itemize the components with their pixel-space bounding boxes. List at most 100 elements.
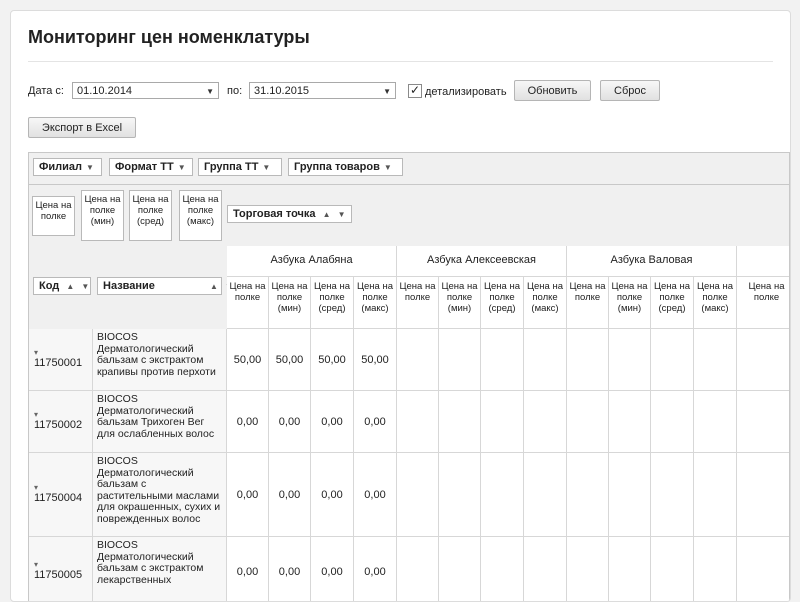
- export-excel-button[interactable]: Экспорт в Excel: [28, 117, 136, 138]
- value-cell: 0,00: [354, 537, 397, 601]
- value-cell: [481, 391, 524, 453]
- value-cell: [524, 391, 567, 453]
- value-cell: 0,00: [311, 537, 354, 601]
- field-button-name[interactable]: Название ▲ ▼: [97, 277, 233, 295]
- measure-chip[interactable]: Цена на полке: [32, 196, 75, 236]
- page-title: Мониторинг цен номенклатуры: [28, 27, 310, 47]
- value-cell: [439, 537, 481, 601]
- value-cell: [651, 391, 694, 453]
- value-cell: [524, 453, 567, 537]
- sort-up-icon: ▲: [210, 282, 218, 291]
- value-cell: [397, 453, 439, 537]
- measure-chip[interactable]: Цена на полке (макс): [179, 190, 222, 241]
- field-label: Код: [39, 280, 60, 292]
- value-cell: 50,00: [311, 329, 354, 391]
- date-from-label: Дата с:: [28, 85, 64, 97]
- collapse-arrow-icon[interactable]: ▾: [34, 410, 92, 419]
- value-cell: [397, 329, 439, 391]
- row-name-cell: BIOCOS Дерматологический бальзам с экстр…: [93, 537, 227, 601]
- store-header: Азбука Алабяна: [227, 246, 397, 277]
- field-label: Группа товаров: [294, 161, 380, 173]
- value-cell: [439, 329, 481, 391]
- measure-header: Цена на полке (макс): [524, 277, 567, 329]
- measure-header: Цена на полке: [567, 277, 609, 329]
- measure-header: Цена на полке (макс): [354, 277, 397, 329]
- measure-header: Цена на полке (сред): [651, 277, 694, 329]
- value-cell: [567, 537, 609, 601]
- measure-header: Цена на полке (сред): [311, 277, 354, 329]
- detail-label: детализировать: [425, 86, 507, 98]
- funnel-icon: ▼: [177, 163, 186, 172]
- store-header: Азбука Валовая: [567, 246, 737, 277]
- funnel-icon: ▼: [383, 163, 392, 172]
- collapse-arrow-icon[interactable]: ▾: [34, 348, 92, 357]
- date-to-label: по:: [227, 85, 243, 97]
- collapse-arrow-icon[interactable]: ▾: [34, 483, 92, 492]
- value-cell: 0,00: [269, 391, 311, 453]
- value-cell: [524, 329, 567, 391]
- value-cell: [609, 329, 651, 391]
- value-cell: [609, 391, 651, 453]
- sort-up-icon: ▲: [66, 282, 75, 291]
- sort-up-icon: ▲: [322, 210, 331, 219]
- value-cell: [439, 391, 481, 453]
- value-cell: [694, 329, 737, 391]
- store-header: Азбука Алексеевская: [397, 246, 567, 277]
- row-code-cell: ▾ 11750004: [29, 453, 93, 537]
- measure-header: Цена на полке (сред): [481, 277, 524, 329]
- date-from-select[interactable]: 01.10.2014 ▼: [72, 82, 219, 99]
- value-cell: [651, 329, 694, 391]
- measure-chip[interactable]: Цена на полке (мин): [81, 190, 124, 241]
- value-cell: [737, 329, 789, 391]
- value-cell: [567, 391, 609, 453]
- value-cell: [439, 453, 481, 537]
- date-to-value: 31.10.2015: [254, 85, 310, 97]
- title-divider: [28, 61, 773, 62]
- reset-button[interactable]: Сброс: [600, 80, 660, 101]
- value-cell: [694, 537, 737, 601]
- field-button-trade-point[interactable]: Торговая точка ▲ ▼: [227, 205, 352, 223]
- value-cell: [397, 537, 439, 601]
- field-label: Торговая точка: [233, 208, 316, 220]
- store-header-partial: [737, 246, 789, 277]
- value-cell: 0,00: [311, 391, 354, 453]
- value-cell: [737, 537, 789, 601]
- measure-header: Цена на полке: [227, 277, 269, 329]
- pivot-grid: Филиал ▼ Формат ТТ ▼ Группа ТТ ▼ Группа товаро…: [28, 152, 790, 601]
- measure-chip[interactable]: Цена на полке (сред): [129, 190, 172, 241]
- row-code-cell: ▾ 11750002: [29, 391, 93, 453]
- value-cell: [481, 537, 524, 601]
- funnel-icon: ▼: [86, 163, 94, 172]
- value-cell: [481, 329, 524, 391]
- value-cell: [397, 391, 439, 453]
- value-cell: [651, 537, 694, 601]
- value-cell: 50,00: [227, 329, 269, 391]
- report-panel: Мониторинг цен номенклатуры Дата с: 01.1…: [10, 10, 791, 602]
- value-cell: [651, 453, 694, 537]
- value-cell: 0,00: [227, 391, 269, 453]
- collapse-arrow-icon[interactable]: ▾: [34, 560, 92, 569]
- filter-field-button[interactable]: Филиал ▼: [33, 158, 102, 176]
- value-cell: [524, 537, 567, 601]
- field-label: Группа ТТ: [204, 161, 259, 173]
- date-to-select[interactable]: 31.10.2015 ▼: [249, 82, 396, 99]
- item-code: 11750002: [34, 419, 83, 431]
- value-cell: [609, 453, 651, 537]
- value-cell: [567, 453, 609, 537]
- value-cell: [694, 453, 737, 537]
- filter-field-button[interactable]: Формат ТТ ▼: [109, 158, 193, 176]
- field-button-code[interactable]: Код ▲ ▼: [33, 277, 91, 295]
- measure-header: Цена на полке: [397, 277, 439, 329]
- detail-checkbox[interactable]: ✓: [408, 84, 422, 98]
- value-cell: 0,00: [354, 453, 397, 537]
- value-cell: [609, 537, 651, 601]
- measure-header: Цена на полке (мин): [269, 277, 311, 329]
- refresh-button[interactable]: Обновить: [514, 80, 591, 101]
- value-cell: 0,00: [227, 537, 269, 601]
- filter-field-button[interactable]: Группа товаров ▼: [288, 158, 403, 176]
- measure-header: Цена на полке: [737, 277, 789, 329]
- item-code: 11750001: [34, 357, 83, 369]
- value-cell: [694, 391, 737, 453]
- filter-field-button[interactable]: Группа ТТ ▼: [198, 158, 282, 176]
- value-cell: 0,00: [269, 453, 311, 537]
